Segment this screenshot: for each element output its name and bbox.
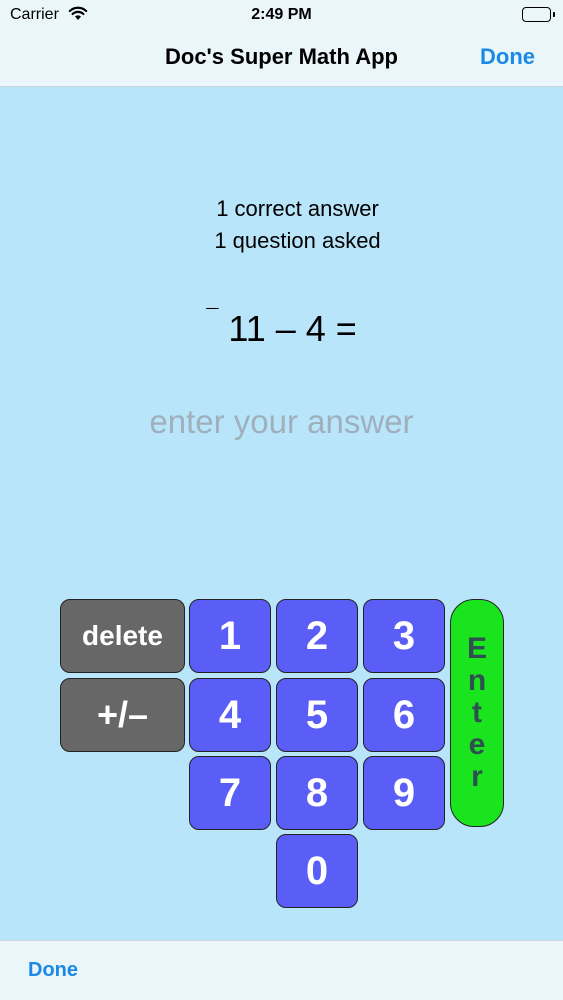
page-title: Doc's Super Math App: [165, 44, 398, 69]
digit-6-button[interactable]: 6: [363, 678, 445, 752]
digit-4-button[interactable]: 4: [189, 678, 271, 752]
sign-toggle-button[interactable]: +/–: [60, 678, 185, 752]
digit-8-button[interactable]: 8: [276, 756, 358, 830]
digit-2-button[interactable]: 2: [276, 599, 358, 673]
delete-button[interactable]: delete: [60, 599, 185, 673]
enter-letter: r: [471, 760, 483, 793]
enter-letter: n: [467, 664, 487, 697]
digit-7-button[interactable]: 7: [189, 756, 271, 830]
answer-field[interactable]: enter your answer: [0, 403, 563, 441]
digit-1-button[interactable]: 1: [189, 599, 271, 673]
enter-letter: E: [466, 632, 487, 665]
asked-count-label: 1 question asked: [214, 228, 381, 253]
question-expression: 11 – 4 =: [228, 308, 357, 349]
status-time: 2:49 PM: [251, 6, 312, 23]
bottom-toolbar: Done: [0, 940, 563, 1000]
navigation-bar: Doc's Super Math App Done: [0, 30, 563, 87]
math-question: ¯ 11 – 4 =: [0, 305, 563, 350]
battery-icon: [522, 7, 555, 22]
enter-letter: e: [468, 728, 486, 761]
digit-0-button[interactable]: 0: [276, 834, 358, 908]
score-summary: 1 correct answer 1 question asked: [0, 193, 563, 257]
negative-sign: ¯: [206, 305, 219, 330]
digit-5-button[interactable]: 5: [276, 678, 358, 752]
digit-9-button[interactable]: 9: [363, 756, 445, 830]
enter-letter: t: [472, 696, 482, 729]
status-bar: Carrier 2:49 PM: [0, 0, 563, 30]
enter-button[interactable]: E n t e r: [450, 599, 504, 827]
done-button-top[interactable]: Done: [480, 44, 535, 70]
digit-3-button[interactable]: 3: [363, 599, 445, 673]
correct-count-label: 1 correct answer: [216, 196, 379, 221]
done-button-bottom[interactable]: Done: [28, 959, 78, 982]
